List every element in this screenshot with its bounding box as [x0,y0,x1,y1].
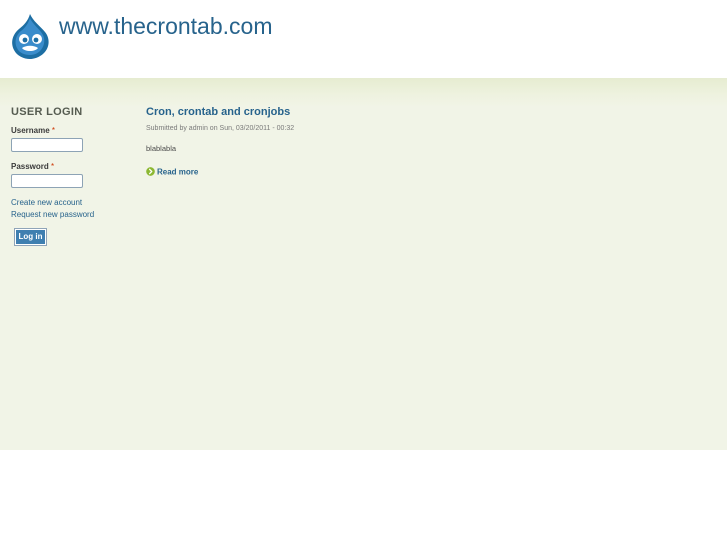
log-in-button-label: Log in [16,230,45,244]
username-input[interactable] [11,138,83,152]
username-required-marker: * [51,126,56,135]
drupal-drop-icon[interactable] [10,13,50,59]
password-label: Password * [11,162,54,171]
user-login-heading: USER LOGIN [11,106,83,118]
request-password-link[interactable]: Request new password [11,210,94,219]
read-more-link[interactable]: Read more [146,163,199,177]
header-band [0,78,727,106]
content-area [0,106,727,450]
site-name-link[interactable]: www.thecrontab.com [59,13,272,40]
log-in-button[interactable]: Log in [14,228,47,246]
page: www.thecrontab.com USER LOGIN Username *… [0,0,727,545]
password-required-marker: * [51,162,55,171]
create-account-link[interactable]: Create new account [11,198,82,207]
password-label-text: Password [11,162,49,171]
node-title-link[interactable]: Cron, crontab and cronjobs [146,106,290,118]
node-body: blablabla [146,144,177,153]
site-header: www.thecrontab.com [0,0,727,78]
node-submitted-info: Submitted by admin on Sun, 03/20/2011 - … [146,125,295,132]
username-label: Username * [11,126,55,135]
username-label-text: Username [11,126,50,135]
chevron-right-circle-icon [146,167,155,177]
read-more-label: Read more [157,167,199,177]
password-input[interactable] [11,174,83,188]
